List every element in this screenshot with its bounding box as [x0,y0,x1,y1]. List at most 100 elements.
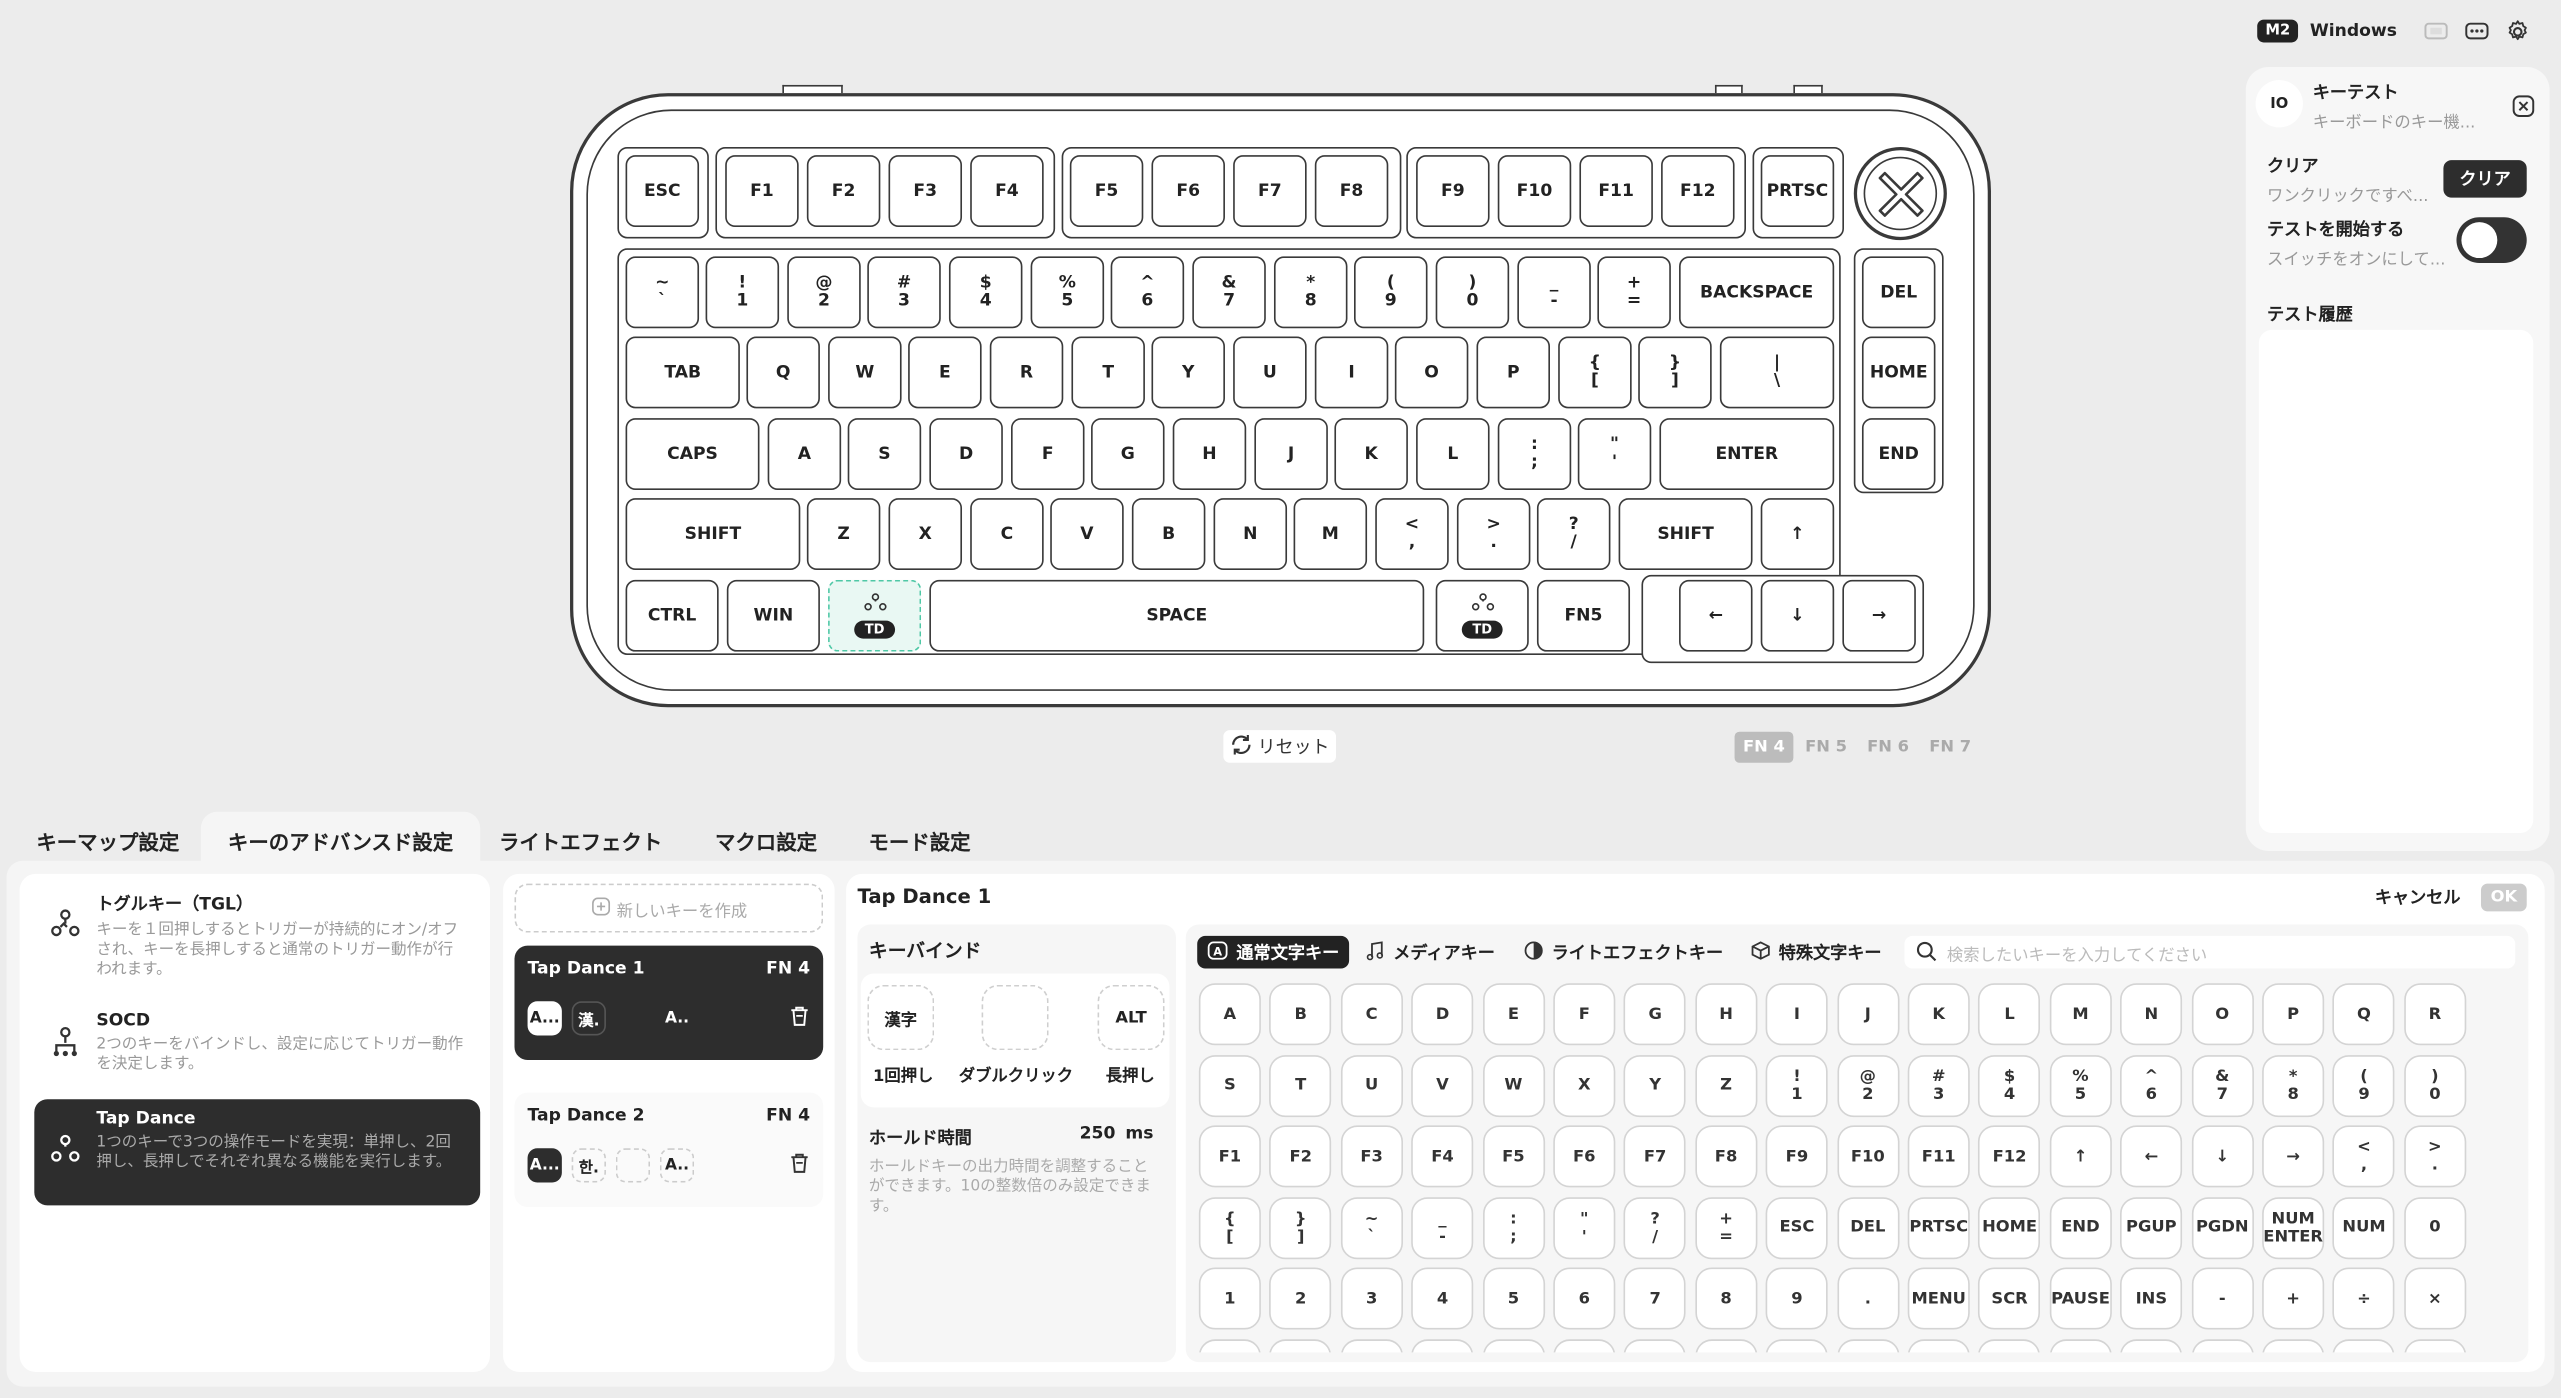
picker-key[interactable] [1765,1338,1828,1353]
picker-key[interactable]: " ' [1553,1196,1616,1259]
key-1[interactable]: ! 1 [705,256,780,329]
picker-key[interactable]: (9 [2332,1054,2396,1117]
picker-key[interactable]: U [1340,1054,1403,1117]
picker-key[interactable]: F4 [1411,1125,1474,1188]
bind-single-press[interactable]: 漢字 [867,984,935,1051]
key-f12[interactable]: F12 [1661,155,1735,228]
key-period[interactable]: >. [1456,498,1531,571]
picker-key[interactable]: @2 [1836,1054,1899,1117]
trash-icon[interactable] [789,1150,810,1181]
key-right[interactable]: → [1842,579,1916,652]
picker-key[interactable]: F1 [1198,1125,1261,1188]
picker-key[interactable]: T [1269,1054,1332,1117]
key-slash[interactable]: ? / [1536,498,1611,571]
picker-key[interactable]: ← [2120,1125,2183,1188]
picker-key[interactable]: E [1482,983,1545,1046]
key-v[interactable]: V [1050,498,1124,571]
category-special-keys[interactable]: 特殊文字キー [1741,936,1891,969]
key-rshift[interactable]: SHIFT [1618,498,1753,571]
picker-key[interactable]: 5 [1482,1267,1545,1330]
key-f8[interactable]: F8 [1314,155,1389,228]
key-4[interactable]: $4 [948,256,1023,329]
category-light-keys[interactable]: ライトエフェクトキー [1514,936,1733,969]
picker-key[interactable]: H [1695,983,1758,1046]
key-f9[interactable]: F9 [1416,155,1490,228]
picker-key[interactable] [1411,1338,1474,1353]
picker-key[interactable]: F11 [1907,1125,1970,1188]
picker-key[interactable]: I [1765,983,1828,1046]
picker-key[interactable]: 8 [1695,1267,1758,1330]
picker-key[interactable]: Y [1624,1054,1687,1117]
key-quote[interactable]: " ' [1577,418,1652,490]
key-j[interactable]: J [1254,418,1328,490]
key-7[interactable]: & 7 [1192,256,1266,329]
key-rbracket[interactable]: }] [1638,336,1712,409]
picker-key[interactable]: 4 [1411,1267,1474,1330]
picker-key[interactable] [1340,1338,1403,1353]
picker-key[interactable]: {[ [1198,1196,1261,1259]
key-fn5[interactable]: FN5 [1536,579,1631,652]
tab-keymap[interactable]: キーマップ設定 [20,812,196,868]
picker-key[interactable]: ~ ` [1340,1196,1403,1259]
key-f2[interactable]: F2 [806,155,881,228]
layer-fn7[interactable]: FN 7 [1921,732,1980,763]
picker-key[interactable] [1553,1338,1616,1353]
layer-fn6[interactable]: FN 6 [1859,732,1918,763]
picker-key[interactable]: SCR [1978,1267,2041,1330]
key-d[interactable]: D [929,418,1003,490]
picker-key[interactable]: <, [2332,1125,2396,1188]
picker-key[interactable]: PGUP [2120,1196,2183,1259]
picker-key[interactable]: :; [1482,1196,1545,1259]
picker-key[interactable]: MENU [1907,1267,1970,1330]
key-f4[interactable]: F4 [970,155,1044,228]
picker-key[interactable]: F3 [1340,1125,1403,1188]
picker-key[interactable]: ! 1 [1765,1054,1828,1117]
os-label[interactable]: Windows [2310,21,2397,41]
picker-key[interactable]: 9 [1765,1267,1828,1330]
key-o[interactable]: O [1394,336,1469,409]
mode-socd[interactable]: SOCD 2つのキーをバインドし、設定に応じてトリガー動作を決定します。 [34,1001,480,1086]
picker-key[interactable]: ÷ [2332,1267,2396,1330]
picker-key[interactable]: F8 [1695,1125,1758,1188]
key-f3[interactable]: F3 [888,155,963,228]
picker-key[interactable]: Q [2332,983,2396,1046]
picker-key[interactable]: + [2262,1267,2325,1330]
key-0[interactable]: ) 0 [1435,256,1510,329]
picker-key[interactable]: DEL [1836,1196,1899,1259]
key-up[interactable]: ↑ [1760,498,1835,571]
key-del[interactable]: DEL [1861,256,1936,329]
key-minus[interactable]: _ - [1517,256,1591,329]
key-a[interactable]: A [767,418,842,490]
key-c[interactable]: C [970,498,1044,571]
key-b[interactable]: B [1131,498,1206,571]
picker-key[interactable]: NUM [2332,1196,2396,1259]
key-td-right[interactable]: TD [1435,579,1529,652]
key-caps[interactable]: CAPS [625,418,760,490]
key-home[interactable]: HOME [1861,336,1936,409]
key-m[interactable]: M [1293,498,1368,571]
bind-double-click[interactable] [981,984,1049,1051]
picker-key[interactable]: V [1411,1054,1474,1117]
picker-key[interactable]: J [1836,983,1899,1046]
key-f5[interactable]: F5 [1069,155,1144,228]
picker-key[interactable]: ^ 6 [2120,1054,2183,1117]
picker-key[interactable]: >. [2403,1125,2466,1188]
key-8[interactable]: * 8 [1273,256,1348,329]
mode-tap-dance[interactable]: Tap Dance 1つのキーで3つの操作モードを実現：単押し、2回押し、長押し… [34,1099,481,1206]
picker-key[interactable]: #3 [1907,1054,1970,1117]
picker-key[interactable] [1482,1338,1545,1353]
key-s[interactable]: S [847,418,922,490]
picker-key[interactable]: 0 [2403,1196,2466,1259]
key-space[interactable]: SPACE [929,579,1425,652]
hold-value[interactable]: 250 [1080,1124,1116,1144]
key-f[interactable]: F [1011,418,1085,490]
key-x[interactable]: X [888,498,963,571]
picker-key[interactable]: PRTSC [1907,1196,1970,1259]
key-backspace[interactable]: BACKSPACE [1679,256,1835,329]
picker-key[interactable]: P [2262,983,2325,1046]
picker-key[interactable]: × [2403,1267,2466,1330]
cancel-button[interactable]: キャンセル [2375,885,2461,909]
picker-key[interactable]: INS [2120,1267,2183,1330]
picker-key[interactable]: N [2120,983,2183,1046]
key-f1[interactable]: F1 [725,155,799,228]
